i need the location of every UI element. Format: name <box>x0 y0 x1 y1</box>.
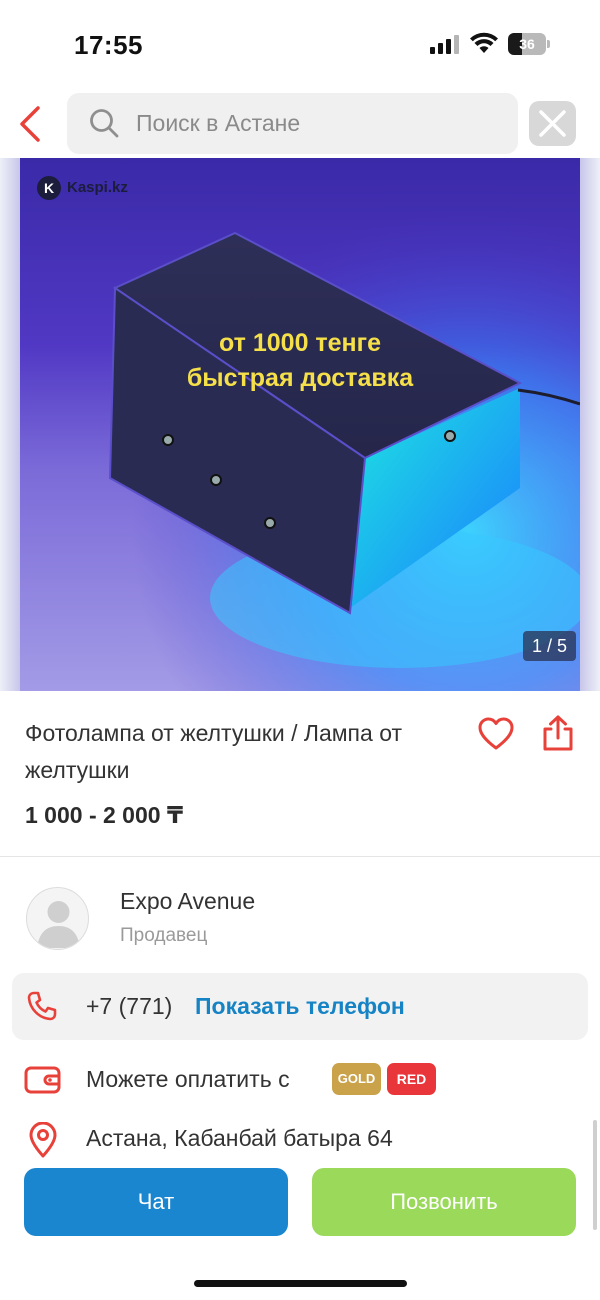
search-icon <box>90 109 119 138</box>
gallery-edge-left <box>0 158 20 691</box>
battery-percent: 36 <box>519 36 535 52</box>
search-input[interactable]: Поиск в Астане <box>67 93 518 154</box>
show-phone-link[interactable]: Показать телефон <box>195 993 405 1020</box>
product-price: 1 000 - 2 000 ₸ <box>25 802 183 828</box>
call-button[interactable]: Позвонить <box>312 1168 576 1236</box>
gold-badge: GOLD <box>332 1063 381 1095</box>
close-icon <box>539 110 566 137</box>
search-placeholder: Поиск в Астане <box>136 110 301 136</box>
payment-text: Можете оплатить с <box>86 1066 290 1092</box>
scroll-indicator <box>593 1120 597 1230</box>
gallery-counter: 1 / 5 <box>523 631 576 661</box>
section-divider <box>0 856 600 857</box>
user-silhouette-icon <box>37 901 80 948</box>
share-icon[interactable] <box>540 714 576 752</box>
watermark-text: Kaspi.kz <box>67 179 128 196</box>
heart-icon[interactable] <box>478 717 514 751</box>
seller-name[interactable]: Expo Avenue <box>120 888 255 915</box>
seller-avatar[interactable] <box>26 887 89 950</box>
seller-role: Продавец <box>120 925 208 946</box>
gallery-edge-right <box>580 158 600 691</box>
product-photo[interactable]: K Kaspi.kz от 1000 тенге быстрая доставк… <box>20 158 580 691</box>
wallet-icon <box>24 1066 61 1094</box>
chat-button[interactable]: Чат <box>24 1168 288 1236</box>
cellular-signal-icon <box>430 35 459 54</box>
promo-line-2: быстрая доставка <box>186 364 414 392</box>
phone-icon <box>27 991 57 1021</box>
phone-row[interactable]: +7 (771) Показать телефон <box>12 973 588 1040</box>
product-title: Фотолампа от желтушки / Лампа от желтушк… <box>25 720 403 783</box>
promo-line-1: от 1000 тенге <box>219 329 381 357</box>
back-chevron-icon[interactable] <box>14 104 50 144</box>
location-pin-icon <box>29 1122 57 1158</box>
phototherapy-lamp-illustration <box>20 158 580 691</box>
kaspi-logo-icon: K <box>37 176 61 200</box>
product-gallery[interactable]: K Kaspi.kz от 1000 тенге быстрая доставк… <box>0 158 600 691</box>
wifi-icon <box>470 32 498 53</box>
home-indicator <box>194 1280 407 1287</box>
red-badge: RED <box>387 1063 436 1095</box>
close-button[interactable] <box>529 101 576 146</box>
battery-icon: 36 <box>508 33 550 55</box>
promo-overlay: от 1000 тенге быстрая доставка <box>20 326 580 396</box>
phone-number-partial: +7 (771) <box>86 993 173 1019</box>
seller-address[interactable]: Астана, Кабанбай батыра 64 <box>86 1125 393 1152</box>
status-time: 17:55 <box>74 30 143 60</box>
status-bar: 17:55 36 <box>0 0 600 90</box>
